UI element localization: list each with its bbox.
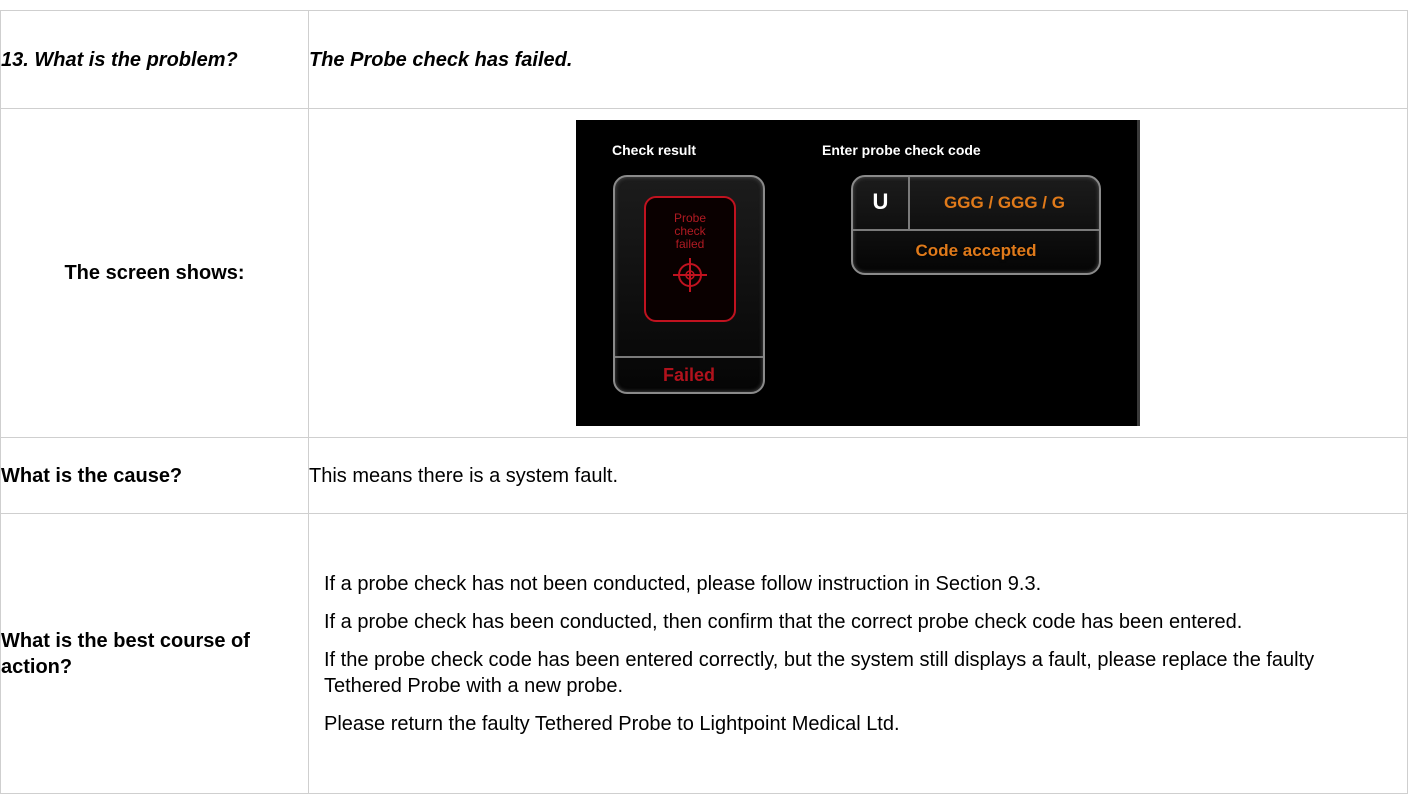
problem-row: 13. What is the problem? The Probe check… [0, 10, 1408, 109]
probe-code-panel: U GGG / GGG / G Code accepted [851, 175, 1101, 275]
code-accepted-status: Code accepted [915, 241, 1037, 260]
cause-text: This means there is a system fault. [308, 437, 1408, 514]
cause-label: What is the cause? [0, 437, 309, 514]
screen-row: The screen shows: Check result Enter pro… [0, 108, 1408, 438]
troubleshooting-table: 13. What is the problem? The Probe check… [0, 10, 1408, 794]
code-entry-row: U GGG / GGG / G [853, 177, 1099, 231]
problem-label: 13. What is the problem? [0, 10, 309, 109]
screen-cell: Check result Enter probe check code Prob… [308, 108, 1408, 438]
action-paragraph: If a probe check has not been conducted,… [324, 572, 1042, 595]
cause-row: What is the cause? This means there is a… [0, 437, 1408, 514]
screen-label: The screen shows: [0, 108, 309, 438]
action-paragraph: Please return the faulty Tethered Probe … [324, 712, 900, 735]
check-result-heading: Check result [612, 142, 697, 158]
check-result-panel: Probe check failed Failed [613, 175, 765, 394]
action-label: What is the best course of action? [0, 513, 309, 794]
probe-code-value: GGG / GGG / G [944, 193, 1065, 212]
card-line-3: failed [675, 237, 705, 251]
probe-failed-card: Probe check failed [644, 196, 736, 322]
action-cell: If a probe check has not been conducted,… [308, 513, 1408, 794]
problem-answer: The Probe check has failed. [308, 10, 1408, 109]
card-line-1: Probe [673, 211, 707, 225]
crosshair-icon [673, 258, 707, 292]
action-paragraph: If the probe check code has been entered… [324, 648, 1315, 697]
failed-status: Failed [615, 356, 763, 392]
device-screen-image: Check result Enter probe check code Prob… [576, 120, 1140, 426]
code-heading: Enter probe check code [822, 142, 981, 158]
action-row: What is the best course of action? If a … [0, 513, 1408, 794]
screen-edge [1137, 120, 1140, 426]
probe-icon: U [853, 177, 910, 229]
action-paragraph: If a probe check has been conducted, the… [324, 610, 1243, 633]
